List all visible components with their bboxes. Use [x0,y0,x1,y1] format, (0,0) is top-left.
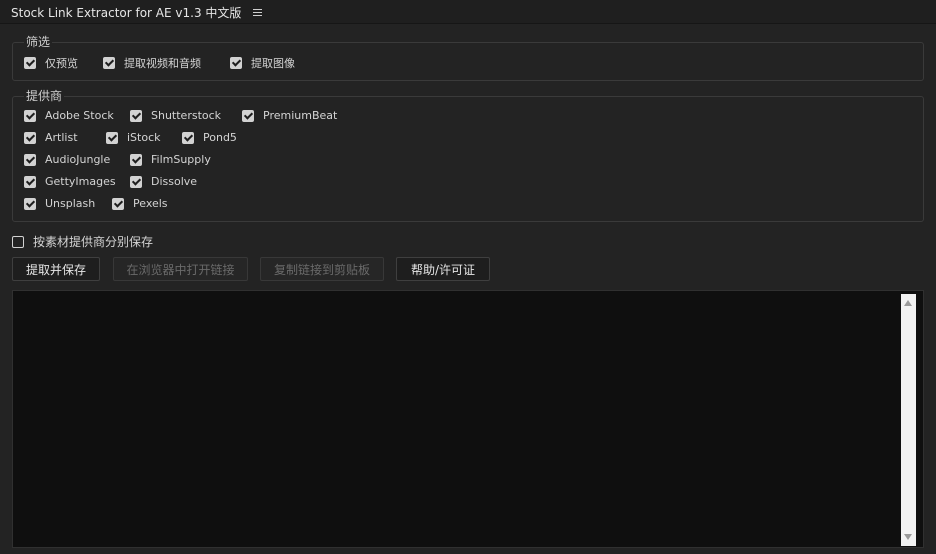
checkbox-provider-adobe-stock[interactable]: Adobe Stock [24,109,114,122]
checkbox-provider-premiumbeat[interactable]: PremiumBeat [242,109,337,122]
checkbox-provider-artlist[interactable]: Artlist [24,131,78,144]
checkbox-label: Unsplash [45,197,96,210]
checkbox-box[interactable] [24,57,36,69]
checkbox-box[interactable] [130,109,142,122]
checkbox-label: 提取视频和音频 [124,57,201,70]
checkbox-box[interactable] [182,131,194,144]
checkbox-box[interactable] [24,197,36,210]
checkbox-label: Shutterstock [151,109,222,122]
checkbox-label: 仅预览 [45,57,78,70]
output-text-area[interactable] [12,290,924,548]
checkbox-provider-shutterstock[interactable]: Shutterstock [130,109,221,122]
checkbox-label: Artlist [45,131,78,144]
checkbox-box[interactable] [103,57,115,69]
checkbox-box[interactable] [24,131,36,144]
checkbox-extract-video-audio[interactable]: 提取视频和音频 [103,55,201,71]
checkbox-label: iStock [127,131,161,144]
checkbox-label: Adobe Stock [45,109,114,122]
checkbox-provider-istock[interactable]: iStock [106,131,161,144]
providers-legend: 提供商 [24,88,65,104]
title-bar: Stock Link Extractor for AE v1.3 中文版 [0,0,936,24]
checkbox-label: Pond5 [203,131,237,144]
vertical-scrollbar[interactable] [901,294,916,546]
hamburger-menu-icon[interactable] [253,5,265,19]
scroll-down-arrow-icon[interactable] [904,534,912,540]
checkbox-box[interactable] [12,235,24,248]
checkbox-box[interactable] [24,109,36,122]
checkbox-provider-audiojungle[interactable]: AudioJungle [24,153,110,166]
checkbox-provider-filmsupply[interactable]: FilmSupply [130,153,211,166]
checkbox-label: 提取图像 [251,57,295,70]
scroll-up-arrow-icon[interactable] [904,300,912,306]
checkbox-label: AudioJungle [45,153,111,166]
checkbox-preview-only[interactable]: 仅预览 [24,55,78,71]
checkbox-label: PremiumBeat [263,109,338,122]
checkbox-label: Pexels [133,197,168,210]
window-title: Stock Link Extractor for AE v1.3 中文版 [11,6,242,20]
checkbox-box[interactable] [130,175,142,188]
open-in-browser-button[interactable]: 在浏览器中打开链接 [113,257,248,281]
checkbox-box[interactable] [24,153,36,166]
checkbox-box[interactable] [230,57,242,69]
checkbox-provider-dissolve[interactable]: Dissolve [130,175,197,188]
checkbox-box[interactable] [106,131,118,144]
checkbox-box[interactable] [242,109,254,122]
checkbox-box[interactable] [130,153,142,166]
checkbox-box[interactable] [24,175,36,188]
checkbox-label: Dissolve [151,175,198,188]
checkbox-extract-images[interactable]: 提取图像 [230,55,295,71]
checkbox-label: FilmSupply [151,153,211,166]
checkbox-provider-unsplash[interactable]: Unsplash [24,197,95,210]
checkbox-provider-pond5[interactable]: Pond5 [182,131,237,144]
checkbox-save-by-provider[interactable]: 按素材提供商分别保存 [12,233,153,250]
checkbox-label: GettyImages [45,175,116,188]
checkbox-box[interactable] [112,197,124,210]
help-license-button[interactable]: 帮助/许可证 [396,257,490,281]
checkbox-provider-gettyimages[interactable]: GettyImages [24,175,116,188]
filter-legend: 筛选 [24,34,53,50]
copy-to-clipboard-button[interactable]: 复制链接到剪贴板 [260,257,384,281]
checkbox-label: 按素材提供商分别保存 [33,235,154,249]
extract-save-button[interactable]: 提取并保存 [12,257,100,281]
checkbox-provider-pexels[interactable]: Pexels [112,197,168,210]
